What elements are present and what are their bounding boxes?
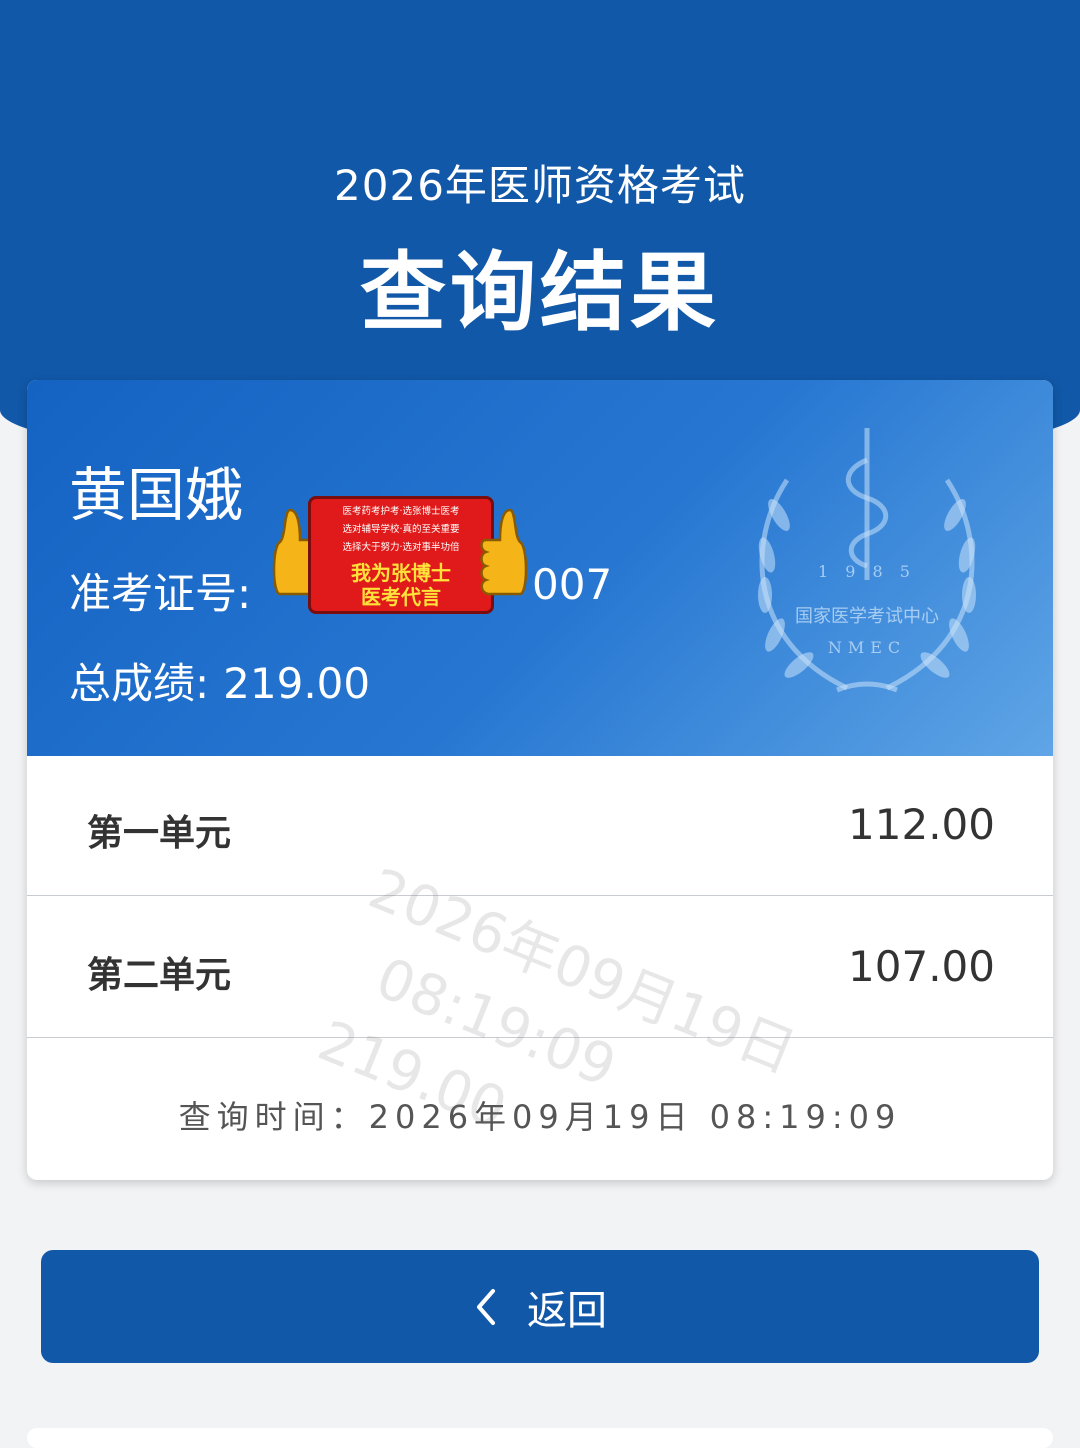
promo-banner: 医考药考护考·选张博士医考 选对辅导学校·真的至关重要 选择大于努力·选对事半功… [308,496,494,614]
chevron-left-icon [477,1288,495,1325]
promo-line-2: 选对辅导学校·真的至关重要 [342,524,460,535]
emblem-org: 国家医学考试中心 [795,606,939,627]
emblem-year: 1 9 8 5 [818,562,916,581]
total-score-label: 总成绩: [69,659,210,708]
result-card: 1 9 8 5 国家医学考试中心 NMEC 黄国娥 准考证号: 007 总成绩:… [27,380,1053,1180]
back-button[interactable]: 返回 [41,1250,1039,1363]
query-time-label: 查询时间： [178,1098,369,1136]
promo-line-5: 医考代言 [361,585,441,609]
back-button-label: 返回 [527,1287,607,1334]
admission-id-label: 准考证号: [69,569,252,618]
promo-line-4: 我为张博士 [351,561,451,585]
candidate-name: 黄国娥 [69,461,244,529]
unit-label: 第二单元 [87,955,232,996]
total-score-row: 总成绩: 219.00 [69,650,370,711]
bottom-card-edge [27,1428,1053,1448]
unit-row: 第二单元 107.00 [27,898,1053,1038]
candidate-panel: 1 9 8 5 国家医学考试中心 NMEC 黄国娥 准考证号: 007 总成绩:… [27,380,1053,756]
unit-row: 第一单元 112.00 [27,756,1053,896]
emblem-abbr: NMEC [827,638,907,657]
unit-label: 第一单元 [87,813,232,854]
unit-score: 107.00 [848,942,995,991]
query-time-value: 2026年09月19日 08:19:09 [368,1098,902,1136]
admission-id-row: 准考证号: [69,560,251,621]
query-time: 查询时间：2026年09月19日 08:19:09 [27,1092,1053,1138]
promo-line-3: 选择大于努力·选对事半功倍 [342,542,460,553]
promo-sticker: 医考药考护考·选张博士医考 选对辅导学校·真的至关重要 选择大于努力·选对事半功… [270,492,530,618]
total-score-value: 219.00 [223,659,371,708]
page-title: 查询结果 [360,243,720,343]
admission-id-value: 007 [532,560,613,609]
promo-line-1: 医考药考护考·选张博士医考 [342,506,460,517]
thumbs-up-icon [480,508,528,596]
exam-subtitle: 2026年医师资格考试 [334,161,746,210]
unit-score: 112.00 [848,800,995,849]
